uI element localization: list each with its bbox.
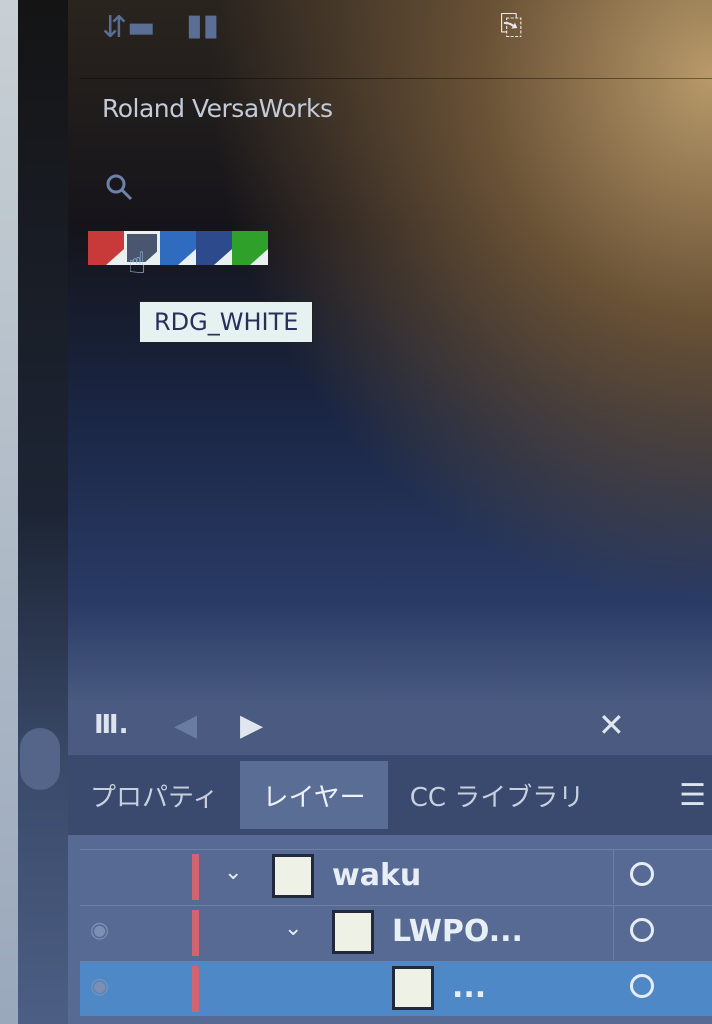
scrollbar-thumb[interactable] [20, 728, 60, 790]
tab-layers[interactable]: レイヤー [240, 761, 388, 829]
layer-row[interactable]: ◉ ⌄ LWPO... [80, 905, 712, 960]
eye-icon[interactable]: ◉ [90, 918, 109, 943]
swatch-green[interactable] [232, 231, 268, 265]
search-icon[interactable] [104, 172, 134, 202]
swatch-red[interactable] [88, 231, 124, 265]
layer-name: waku [332, 858, 422, 893]
layer-name: ... [452, 970, 487, 1005]
layer-color-bar [192, 966, 199, 1012]
tooltip: RDG_WHITE [139, 301, 314, 343]
swatch-blue[interactable] [160, 231, 196, 265]
swatch-library-nav: Ⅲ. ◀ ▶ ✕ [68, 700, 712, 755]
tab-properties[interactable]: プロパティ [68, 761, 240, 829]
library-title: Roland VersaWorks [102, 94, 333, 123]
layer-name: LWPO... [392, 914, 523, 949]
distribute-icon[interactable]: ▮▮ [186, 8, 219, 43]
column-divider [613, 850, 614, 904]
panel-toolbar: ⇵▬ ▮▮ ⎘ [80, 0, 712, 79]
panel-tabs: プロパティ レイヤー CC ライブラリ ☰ [68, 755, 712, 835]
target-circle-icon[interactable] [630, 862, 654, 886]
panel-menu-icon[interactable]: ☰ [679, 778, 706, 813]
layer-color-bar [192, 854, 199, 900]
layer-thumbnail [392, 966, 434, 1010]
layers-list: ⌄ waku ◉ ⌄ LWPO... ◉ ... [68, 835, 712, 1024]
layer-row[interactable]: ⌄ waku [80, 849, 712, 904]
eye-icon[interactable]: ◉ [90, 974, 109, 999]
left-edge [0, 0, 18, 1024]
layer-color-bar [192, 910, 199, 956]
layer-row[interactable]: ◉ ... [80, 961, 712, 1016]
left-gutter [18, 0, 68, 1024]
target-circle-icon[interactable] [630, 918, 654, 942]
hand-cursor-icon: ☝ [128, 246, 147, 281]
layer-thumbnail [272, 854, 314, 898]
swatch-navy[interactable] [196, 231, 232, 265]
swatch-row [88, 231, 268, 265]
delete-swatch-icon[interactable]: ✕ [598, 706, 625, 744]
target-circle-icon[interactable] [630, 974, 654, 998]
chevron-down-icon[interactable]: ⌄ [284, 916, 302, 941]
previous-library-icon[interactable]: ◀ [174, 708, 197, 743]
align-icon[interactable]: ⇵▬ [102, 10, 155, 45]
new-document-icon[interactable]: ⎘ [500, 8, 522, 42]
library-menu-icon[interactable]: Ⅲ. [94, 710, 128, 740]
chevron-down-icon[interactable]: ⌄ [224, 860, 242, 885]
layer-thumbnail [332, 910, 374, 954]
next-library-icon[interactable]: ▶ [240, 708, 263, 743]
tab-cc-libraries[interactable]: CC ライブラリ [388, 761, 607, 829]
column-divider [613, 906, 614, 960]
